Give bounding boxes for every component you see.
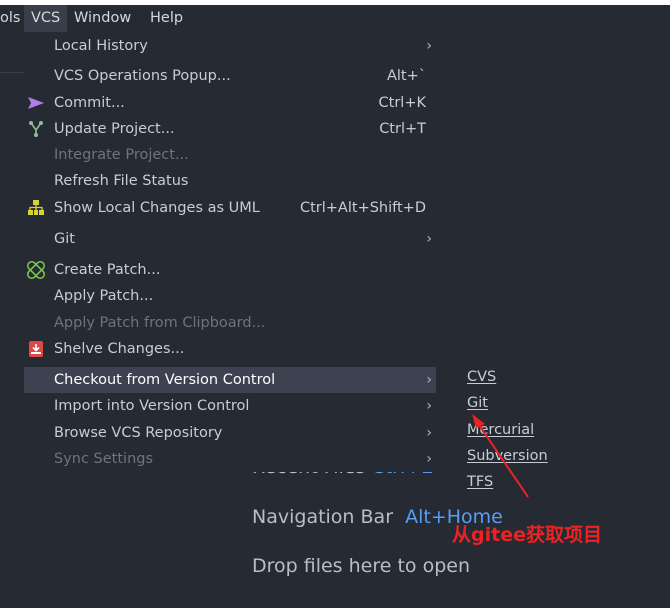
annotation-arrow bbox=[472, 414, 529, 498]
annotation-text: 从gitee获取项目 bbox=[452, 524, 602, 546]
